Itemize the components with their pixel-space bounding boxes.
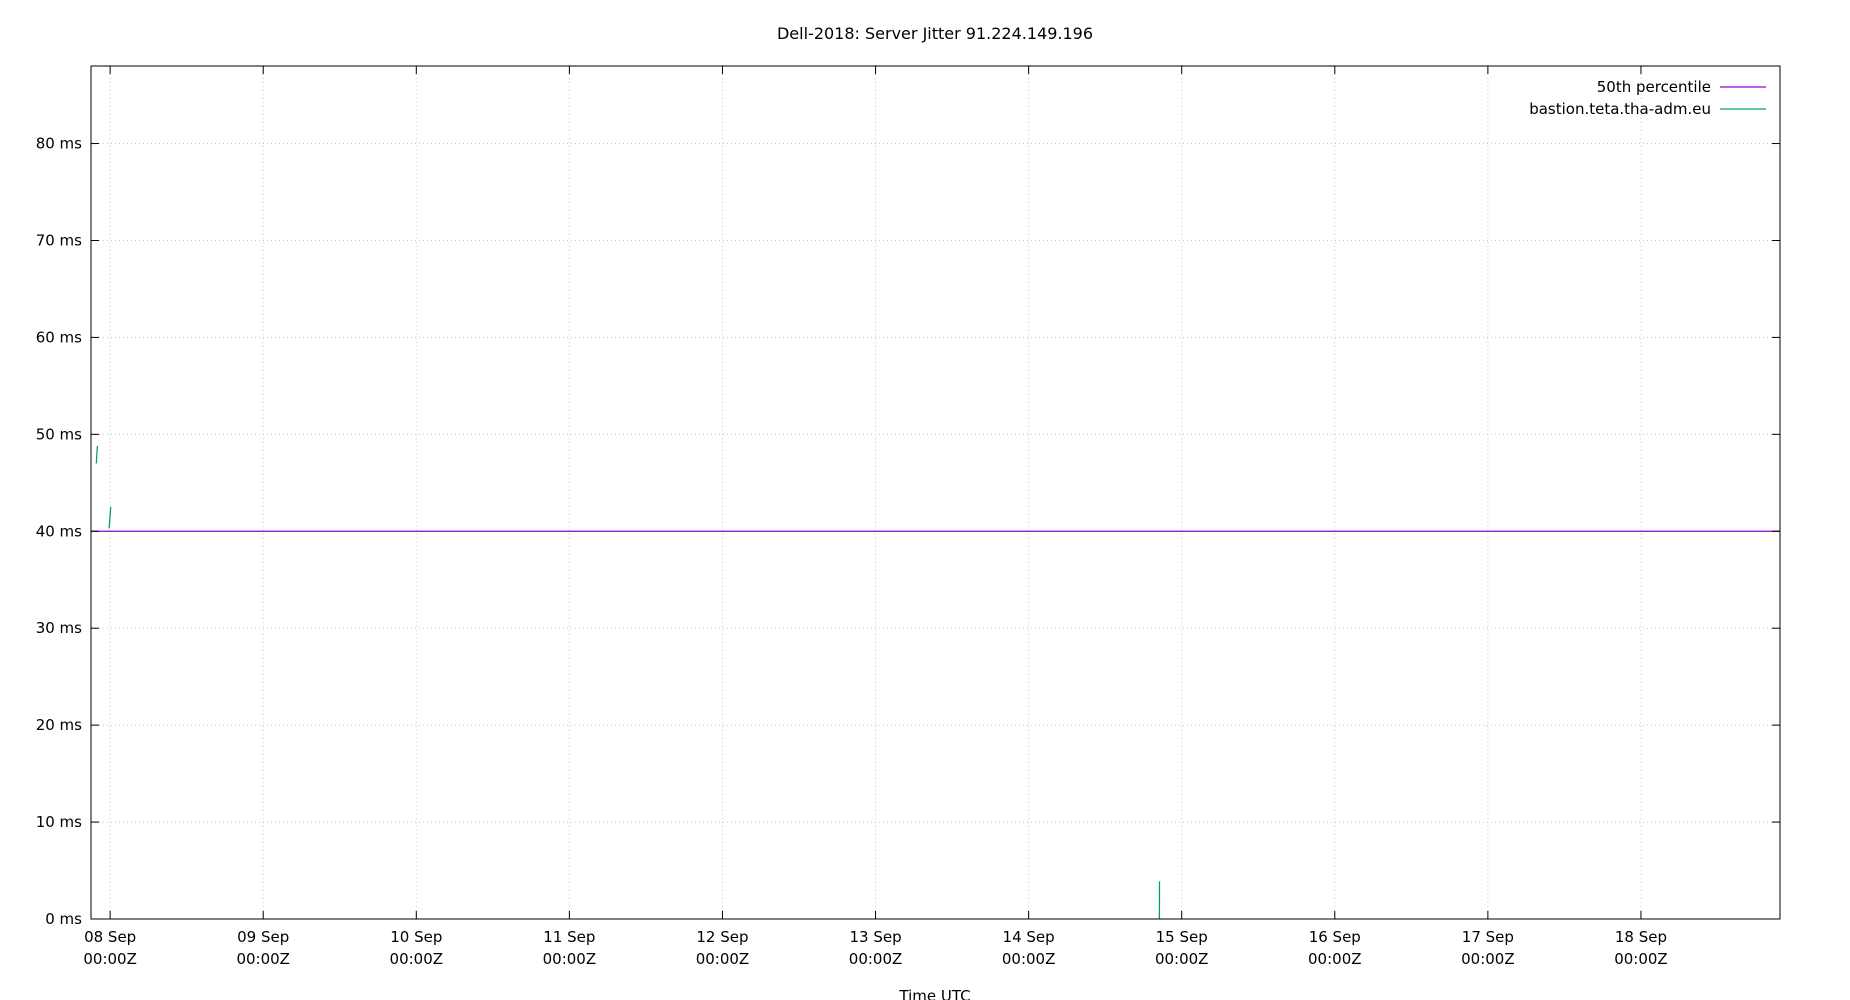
x-tick-label-date: 09 Sep bbox=[237, 928, 289, 946]
x-tick-label-time: 00:00Z bbox=[543, 950, 597, 968]
legend-label: 50th percentile bbox=[1597, 78, 1711, 96]
x-tick-label-time: 00:00Z bbox=[696, 950, 750, 968]
y-axis-labels: 0 ms 10 ms 20 ms 30 ms 40 ms 50 ms 60 ms 70 ms 8… bbox=[36, 135, 82, 928]
x-tick-label-date: 13 Sep bbox=[849, 928, 901, 946]
x-tick-label-date: 17 Sep bbox=[1462, 928, 1514, 946]
x-tick-label-date: 16 Sep bbox=[1309, 928, 1361, 946]
y-tick-label: 70 ms bbox=[36, 231, 82, 249]
x-tick-label-time: 00:00Z bbox=[1308, 950, 1362, 968]
x-axis-labels: 08 Sep 00:00Z 09 Sep 00:00Z 10 Sep 00:00Z 11 S… bbox=[83, 928, 1667, 968]
y-tick-label: 60 ms bbox=[36, 328, 82, 346]
x-tick-label-date: 18 Sep bbox=[1615, 928, 1667, 946]
x-axis-title: Time UTC bbox=[898, 987, 970, 1000]
legend: 50th percentile bastion.teta.tha-adm.eu bbox=[1529, 78, 1766, 118]
y-tick-label: 50 ms bbox=[36, 425, 82, 443]
y-tick-label: 30 ms bbox=[36, 619, 82, 637]
x-tick-label-date: 12 Sep bbox=[696, 928, 748, 946]
x-tick-label-time: 00:00Z bbox=[1461, 950, 1515, 968]
x-tick-label-date: 15 Sep bbox=[1156, 928, 1208, 946]
y-tick-label: 0 ms bbox=[45, 910, 82, 928]
jitter-chart: Dell-2018: Server Jitter 91.224.149.196 … bbox=[36, 24, 1781, 1000]
x-tick-label-time: 00:00Z bbox=[1614, 950, 1668, 968]
x-tick-label-time: 00:00Z bbox=[390, 950, 444, 968]
x-tick-label-time: 00:00Z bbox=[849, 950, 903, 968]
y-tick-label: 20 ms bbox=[36, 716, 82, 734]
plot-frame bbox=[90, 65, 1781, 920]
x-tick-label-time: 00:00Z bbox=[1155, 950, 1209, 968]
x-tick-label-time: 00:00Z bbox=[236, 950, 290, 968]
legend-label: bastion.teta.tha-adm.eu bbox=[1529, 100, 1711, 118]
series-layer bbox=[91, 445, 1780, 920]
x-tick-label-date: 14 Sep bbox=[1003, 928, 1055, 946]
x-tick-label-time: 00:00Z bbox=[1002, 950, 1056, 968]
x-tick-label-date: 10 Sep bbox=[390, 928, 442, 946]
grid bbox=[91, 66, 1780, 919]
x-tick-label-date: 08 Sep bbox=[84, 928, 136, 946]
x-tick-label-time: 00:00Z bbox=[83, 950, 137, 968]
y-tick-label: 10 ms bbox=[36, 813, 82, 831]
y-tick-label: 80 ms bbox=[36, 135, 82, 153]
chart-title: Dell-2018: Server Jitter 91.224.149.196 bbox=[777, 24, 1093, 43]
axis-ticks bbox=[91, 66, 1780, 920]
series-segment-bastion bbox=[108, 506, 112, 529]
y-tick-label: 40 ms bbox=[36, 522, 82, 540]
x-tick-label-date: 11 Sep bbox=[543, 928, 595, 946]
series-segment-bastion bbox=[95, 445, 99, 464]
